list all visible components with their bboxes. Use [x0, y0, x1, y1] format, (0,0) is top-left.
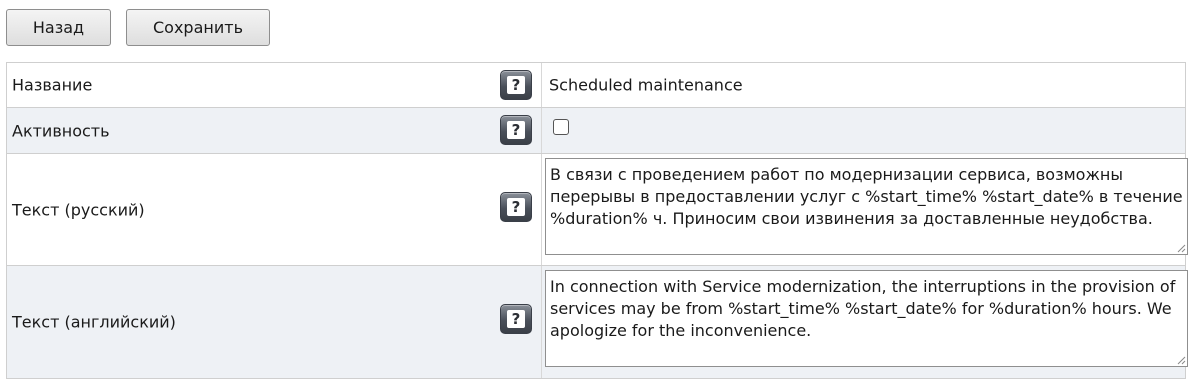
- form-row-text-en: Текст (английский) ? In connection with …: [7, 266, 1188, 378]
- save-button[interactable]: Сохранить: [126, 9, 270, 46]
- form-row-text-ru: Текст (русский) ? В связи с проведением …: [7, 154, 1188, 266]
- resize-grip-icon[interactable]: [1176, 355, 1186, 365]
- active-checkbox[interactable]: [553, 119, 569, 135]
- question-mark: ?: [507, 76, 525, 94]
- help-icon[interactable]: ?: [500, 70, 532, 100]
- column-divider: [541, 154, 542, 265]
- active-label: Активность: [12, 121, 110, 140]
- resize-grip-icon[interactable]: [1176, 243, 1186, 253]
- name-value[interactable]: Scheduled maintenance: [549, 76, 743, 95]
- column-divider: [541, 266, 542, 378]
- column-divider: [541, 63, 542, 107]
- text-ru-textarea[interactable]: В связи с проведением работ по модерниза…: [545, 158, 1188, 255]
- help-icon[interactable]: ?: [500, 304, 532, 334]
- help-icon[interactable]: ?: [500, 115, 532, 145]
- text-en-label: Текст (английский): [12, 312, 176, 332]
- back-button[interactable]: Назад: [6, 9, 111, 46]
- text-ru-label: Текст (русский): [12, 200, 145, 219]
- name-label: Название: [12, 75, 93, 95]
- settings-form: Название ? Scheduled maintenance Активно…: [6, 62, 1188, 379]
- text-en-textarea[interactable]: In connection with Service modernization…: [545, 270, 1188, 367]
- text-ru-content: В связи с проведением работ по модерниза…: [550, 165, 1183, 228]
- help-icon[interactable]: ?: [500, 192, 532, 222]
- form-row-name: Название ? Scheduled maintenance: [7, 63, 1185, 108]
- question-mark: ?: [507, 198, 525, 216]
- question-mark: ?: [507, 121, 525, 139]
- form-row-active: Активность ?: [7, 108, 1185, 154]
- question-mark: ?: [507, 310, 525, 328]
- text-en-content: In connection with Service modernization…: [550, 277, 1176, 340]
- column-divider: [541, 108, 542, 153]
